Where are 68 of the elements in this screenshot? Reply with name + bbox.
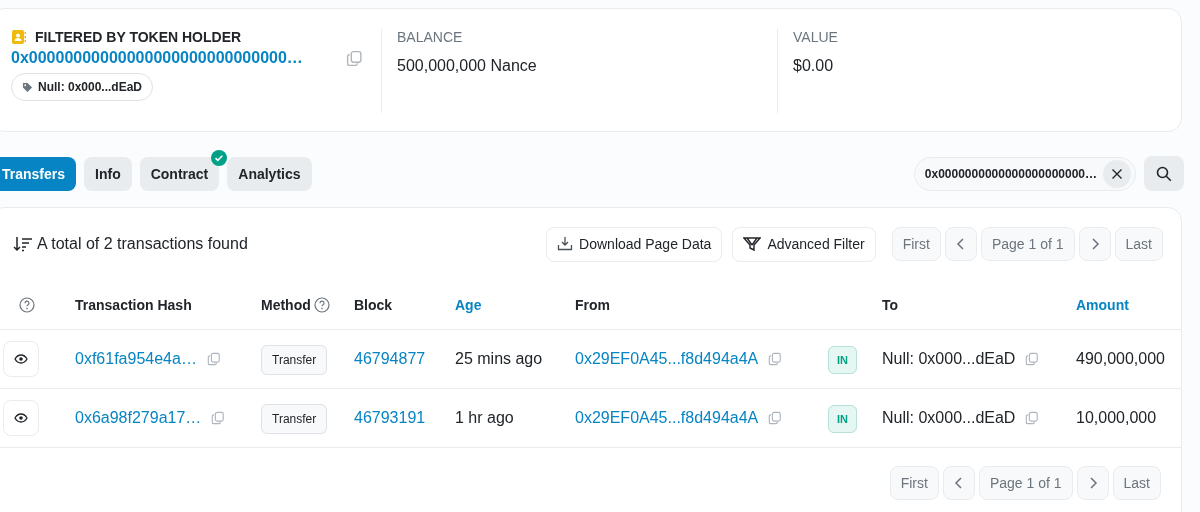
next-page-button[interactable]: [1076, 466, 1109, 500]
column-header[interactable]: Age: [455, 296, 482, 313]
amount-text: 10,000,000: [1076, 409, 1158, 427]
column-header: Block: [354, 296, 393, 313]
method-badge: Transfer: [261, 404, 328, 434]
view-button[interactable]: [3, 341, 39, 377]
chevron-right-icon: [1087, 477, 1098, 489]
stat-value: 500,000,000 Nance: [397, 57, 538, 75]
view-button[interactable]: [3, 400, 39, 436]
next-page-button[interactable]: [1078, 227, 1111, 261]
from-address-link[interactable]: 0x29EF0A45...f8d494a4A: [575, 350, 759, 368]
age-text: 25 mins ago: [455, 350, 544, 368]
stat-label: VALUE: [793, 29, 839, 45]
copy-icon[interactable]: [206, 352, 221, 366]
column-header: To: [882, 296, 899, 313]
method-badge: Transfer: [261, 345, 328, 375]
chevron-right-icon: [1089, 238, 1100, 250]
close-button[interactable]: [1103, 159, 1131, 188]
filter-address: 0x0000000000000000000000…: [924, 166, 1097, 181]
close-icon: [1111, 167, 1123, 180]
tab[interactable]: Info: [84, 156, 132, 191]
stat-value: $0.00: [793, 57, 835, 75]
direction-badge: IN: [828, 405, 857, 433]
filter-icon: [743, 236, 762, 252]
to-address-text: Null: 0x000...dEaD: [882, 350, 1016, 368]
amount-text: 490,000,000: [1076, 350, 1166, 368]
copy-icon[interactable]: [768, 411, 783, 425]
copy-icon[interactable]: [1025, 352, 1040, 366]
tab[interactable]: Contract: [139, 156, 220, 191]
direction-badge: IN: [828, 346, 857, 374]
to-address-text: Null: 0x000...dEaD: [882, 409, 1016, 427]
transaction-hash-link[interactable]: 0xf61fa954e4a…: [75, 350, 197, 368]
page-indicator: Page 1 of 1: [980, 227, 1075, 261]
stat-label: BALANCE: [397, 29, 464, 45]
download-icon: [557, 236, 574, 252]
sort-icon: [13, 236, 33, 252]
block-link[interactable]: 46794877: [354, 350, 426, 367]
holder-label: FILTERED BY TOKEN HOLDER: [35, 29, 242, 45]
copy-icon[interactable]: [346, 49, 363, 67]
tab[interactable]: Analytics: [227, 156, 312, 191]
from-address-link[interactable]: 0x29EF0A45...f8d494a4A: [575, 409, 759, 427]
summary-text: A total of 2 transactions found: [37, 235, 248, 253]
copy-icon[interactable]: [1025, 411, 1040, 425]
column-header: Method: [261, 296, 311, 313]
copy-icon[interactable]: [211, 411, 226, 425]
chevron-left-icon: [953, 477, 964, 489]
tag-icon: [22, 81, 33, 93]
copy-icon[interactable]: [768, 352, 783, 366]
contact-book-icon: [11, 29, 27, 45]
tab[interactable]: Transfers: [0, 156, 77, 191]
help-icon: [19, 296, 35, 313]
column-header: Transaction Hash: [75, 296, 192, 313]
holder-address-link[interactable]: 0x00000000000000000000000000000…: [11, 49, 303, 67]
previous-page-button[interactable]: [942, 466, 975, 500]
search-button[interactable]: [1144, 156, 1184, 191]
advanced-filter-button[interactable]: Advanced Filter: [732, 226, 876, 262]
block-link[interactable]: 46793191: [354, 409, 426, 426]
eye-icon: [14, 413, 28, 423]
page-indicator: Page 1 of 1: [978, 466, 1073, 500]
chevron-left-icon: [955, 238, 966, 250]
age-text: 1 hr ago: [455, 409, 515, 427]
transaction-hash-link[interactable]: 0x6a98f279a17…: [75, 409, 202, 427]
download-button[interactable]: Download Page Data: [546, 226, 723, 262]
previous-page-button[interactable]: [944, 227, 977, 261]
search-icon: [1156, 165, 1172, 182]
column-header[interactable]: Amount: [1076, 296, 1129, 313]
eye-icon: [14, 354, 28, 364]
column-header: From: [575, 296, 610, 313]
